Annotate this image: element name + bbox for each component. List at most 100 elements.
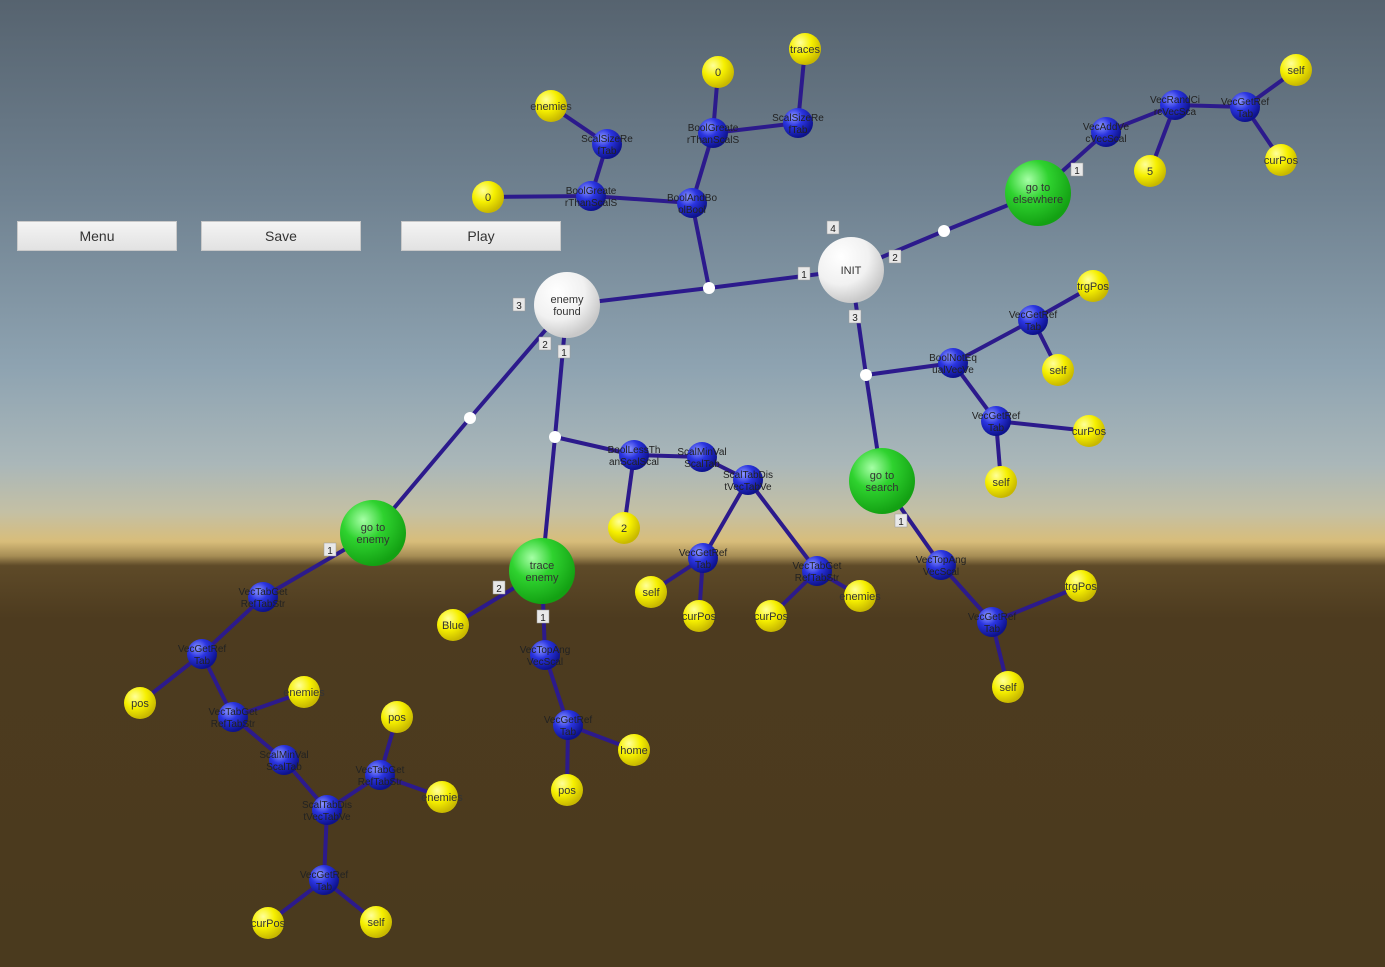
state-node-label: trace enemy bbox=[525, 560, 559, 584]
value-node-label: 0 bbox=[485, 192, 491, 204]
state-node-init[interactable]: INIT bbox=[818, 237, 884, 303]
port-number-label: 3 bbox=[516, 301, 522, 312]
value-node[interactable]: self bbox=[360, 906, 392, 938]
value-node-label: home bbox=[620, 745, 648, 757]
operator-node-label: VecTabGet RefTabStr bbox=[239, 587, 288, 610]
operator-node-label: VecTabGet RefTabStr bbox=[356, 765, 405, 788]
port-number-tag[interactable]: 1 bbox=[557, 344, 571, 359]
operator-node[interactable]: ScalMinVal ScalTab bbox=[259, 745, 309, 775]
edge-joint-dot[interactable] bbox=[549, 431, 561, 443]
value-node[interactable]: home bbox=[618, 734, 650, 766]
value-node[interactable]: trgPos bbox=[1065, 570, 1097, 602]
port-number-tag[interactable]: 4 bbox=[826, 220, 840, 235]
value-node-label: curPos bbox=[754, 611, 789, 623]
port-number-tag[interactable]: 1 bbox=[797, 266, 811, 281]
operator-node-label: VecGetRef Tab bbox=[968, 612, 1017, 635]
operator-node[interactable]: BoolLessTh anScalScal bbox=[608, 440, 661, 470]
edge-joint-dot[interactable] bbox=[703, 282, 715, 294]
value-node[interactable]: trgPos bbox=[1077, 270, 1109, 302]
value-node[interactable]: pos bbox=[381, 701, 413, 733]
port-number-tag[interactable]: 1 bbox=[1070, 162, 1084, 177]
operator-node[interactable]: VecRandCi rcVecSca bbox=[1150, 90, 1200, 120]
state-node-trace-enemy[interactable]: trace enemy bbox=[509, 538, 575, 604]
value-node-label: self bbox=[999, 682, 1017, 694]
value-node[interactable]: self bbox=[1042, 354, 1074, 386]
port-number-label: 1 bbox=[801, 270, 807, 281]
operator-node[interactable]: BoolAndBo olBool bbox=[667, 188, 717, 218]
operator-node-label: BoolGreate rThanScalS bbox=[687, 123, 740, 146]
value-node[interactable]: 0 bbox=[472, 181, 504, 213]
operator-node[interactable]: BoolGreate rThanScalS bbox=[565, 181, 618, 211]
operator-node[interactable]: VecTabGet RefTabStr bbox=[239, 582, 288, 612]
operator-node[interactable]: VecTopAng VecScal bbox=[520, 640, 571, 670]
state-node-enemy-found[interactable]: enemy found bbox=[534, 272, 600, 338]
state-node-go-to-search[interactable]: go to search bbox=[849, 448, 915, 514]
operator-node-label: BoolNotEq ualVecVe bbox=[929, 353, 977, 376]
operator-node[interactable]: ScalSizeRe fTab bbox=[772, 108, 824, 138]
behavior-graph-canvas[interactable]: ScalSizeRe fTab BoolGreate rThanScalS ScalSi… bbox=[0, 0, 1385, 967]
operator-node[interactable]: BoolNotEq ualVecVe bbox=[929, 348, 977, 378]
operator-node[interactable]: VecGetRef Tab bbox=[968, 607, 1017, 637]
port-number-tag[interactable]: 1 bbox=[536, 609, 550, 624]
value-node[interactable]: self bbox=[985, 466, 1017, 498]
port-number-tag[interactable]: 3 bbox=[848, 309, 862, 324]
operator-node[interactable]: ScalTabDis tVecTabVe bbox=[723, 465, 773, 495]
port-number-label: 4 bbox=[830, 224, 836, 235]
value-node[interactable]: enemies bbox=[421, 781, 463, 813]
port-number-tag[interactable]: 1 bbox=[323, 542, 337, 557]
value-node[interactable]: traces bbox=[789, 33, 821, 65]
operator-node[interactable]: ScalSizeRe fTab bbox=[581, 129, 633, 159]
operator-node[interactable]: ScalMinVal ScalTab bbox=[677, 442, 727, 472]
value-node-label: pos bbox=[131, 698, 149, 710]
operator-node[interactable]: ScalTabDis tVecTabVe bbox=[302, 795, 352, 825]
value-node[interactable]: self bbox=[992, 671, 1024, 703]
port-number-tag[interactable]: 2 bbox=[888, 249, 902, 264]
operator-node[interactable]: VecAddVe cVecScal bbox=[1083, 117, 1130, 147]
operator-node-label: VecAddVe cVecScal bbox=[1083, 122, 1130, 145]
value-node[interactable]: Blue bbox=[437, 609, 469, 641]
edge-joint-dot[interactable] bbox=[938, 225, 950, 237]
value-node[interactable]: curPos bbox=[682, 600, 717, 632]
state-node-go-to-elsewhere[interactable]: go to elsewhere bbox=[1005, 160, 1071, 226]
value-node[interactable]: self bbox=[635, 576, 667, 608]
value-node[interactable]: 0 bbox=[702, 56, 734, 88]
value-node-label: curPos bbox=[1072, 426, 1107, 438]
value-node-label: self bbox=[1287, 65, 1305, 77]
operator-node[interactable]: BoolGreate rThanScalS bbox=[687, 118, 740, 148]
value-node[interactable]: self bbox=[1280, 54, 1312, 86]
operator-node[interactable]: VecGetRef Tab bbox=[1221, 92, 1270, 122]
value-node[interactable]: 2 bbox=[608, 512, 640, 544]
operator-node-label: VecTabGet RefTabStr bbox=[209, 707, 258, 730]
port-number-tag[interactable]: 2 bbox=[538, 336, 552, 351]
operator-node[interactable]: VecGetRef Tab bbox=[178, 639, 227, 669]
operator-node[interactable]: VecTopAng VecScal bbox=[916, 550, 967, 580]
operator-node[interactable]: VecGetRef Tab bbox=[544, 710, 593, 740]
value-node-label: trgPos bbox=[1077, 281, 1109, 293]
operator-node[interactable]: VecTabGet RefTabStr bbox=[209, 702, 258, 732]
port-number-label: 1 bbox=[1074, 166, 1080, 177]
value-node-label: enemies bbox=[530, 101, 572, 113]
value-node[interactable]: curPos bbox=[1072, 415, 1107, 447]
operator-node[interactable]: VecTabGet RefTabStr bbox=[793, 556, 842, 586]
value-node[interactable]: pos bbox=[551, 774, 583, 806]
value-node[interactable]: pos bbox=[124, 687, 156, 719]
state-node-go-to-enemy[interactable]: go to enemy bbox=[340, 500, 406, 566]
edge-joint-dot[interactable] bbox=[464, 412, 476, 424]
value-node-label: self bbox=[1049, 365, 1067, 377]
value-node[interactable]: 5 bbox=[1134, 155, 1166, 187]
value-node-label: pos bbox=[388, 712, 406, 724]
value-node[interactable]: curPos bbox=[1264, 144, 1299, 176]
value-node[interactable]: enemies bbox=[839, 580, 881, 612]
port-number-tag[interactable]: 1 bbox=[894, 513, 908, 528]
port-number-tag[interactable]: 2 bbox=[492, 580, 506, 595]
port-number-label: 1 bbox=[898, 517, 904, 528]
data-edge bbox=[746, 478, 819, 573]
operator-node-label: VecTopAng VecScal bbox=[520, 645, 571, 668]
operator-node[interactable]: VecGetRef Tab bbox=[972, 406, 1021, 436]
port-number-tag[interactable]: 3 bbox=[512, 297, 526, 312]
state-node-label: INIT bbox=[841, 265, 862, 277]
value-node[interactable]: enemies bbox=[283, 676, 325, 708]
edge-joint-dot[interactable] bbox=[860, 369, 872, 381]
operator-node-label: BoolGreate rThanScalS bbox=[565, 186, 618, 209]
operator-node[interactable]: VecTabGet RefTabStr bbox=[356, 760, 405, 790]
